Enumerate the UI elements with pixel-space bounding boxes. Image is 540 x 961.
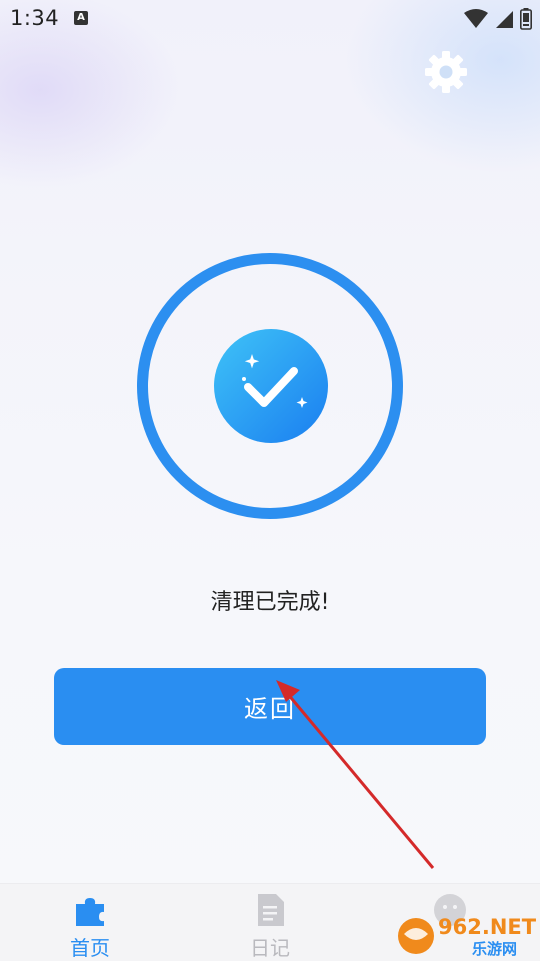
checkmark-circle-icon <box>214 329 328 443</box>
status-bar: 1:34 A <box>0 0 540 38</box>
notification-badge: A <box>74 11 88 25</box>
gear-icon[interactable] <box>422 48 470 96</box>
puzzle-icon <box>76 898 104 926</box>
nav-label-diary: 日记 <box>250 936 290 960</box>
wifi-icon <box>464 9 488 28</box>
watermark-sub: 乐游网 <box>472 940 517 958</box>
document-icon <box>258 894 284 926</box>
watermark-brand: 962.NET <box>438 915 537 939</box>
back-button[interactable]: 返回 <box>54 668 486 745</box>
status-icons <box>464 8 532 30</box>
signal-icon <box>496 11 513 28</box>
status-time: 1:34 <box>10 6 60 30</box>
watermark-logo: 962.NET 乐游网 <box>398 915 537 958</box>
nav-item-diary[interactable]: 日记 <box>215 884 325 961</box>
nav-item-home[interactable]: 首页 <box>35 884 145 961</box>
cleanup-complete-message: 清理已完成! <box>210 590 330 615</box>
battery-icon <box>520 8 532 30</box>
nav-label-home: 首页 <box>70 936 110 960</box>
